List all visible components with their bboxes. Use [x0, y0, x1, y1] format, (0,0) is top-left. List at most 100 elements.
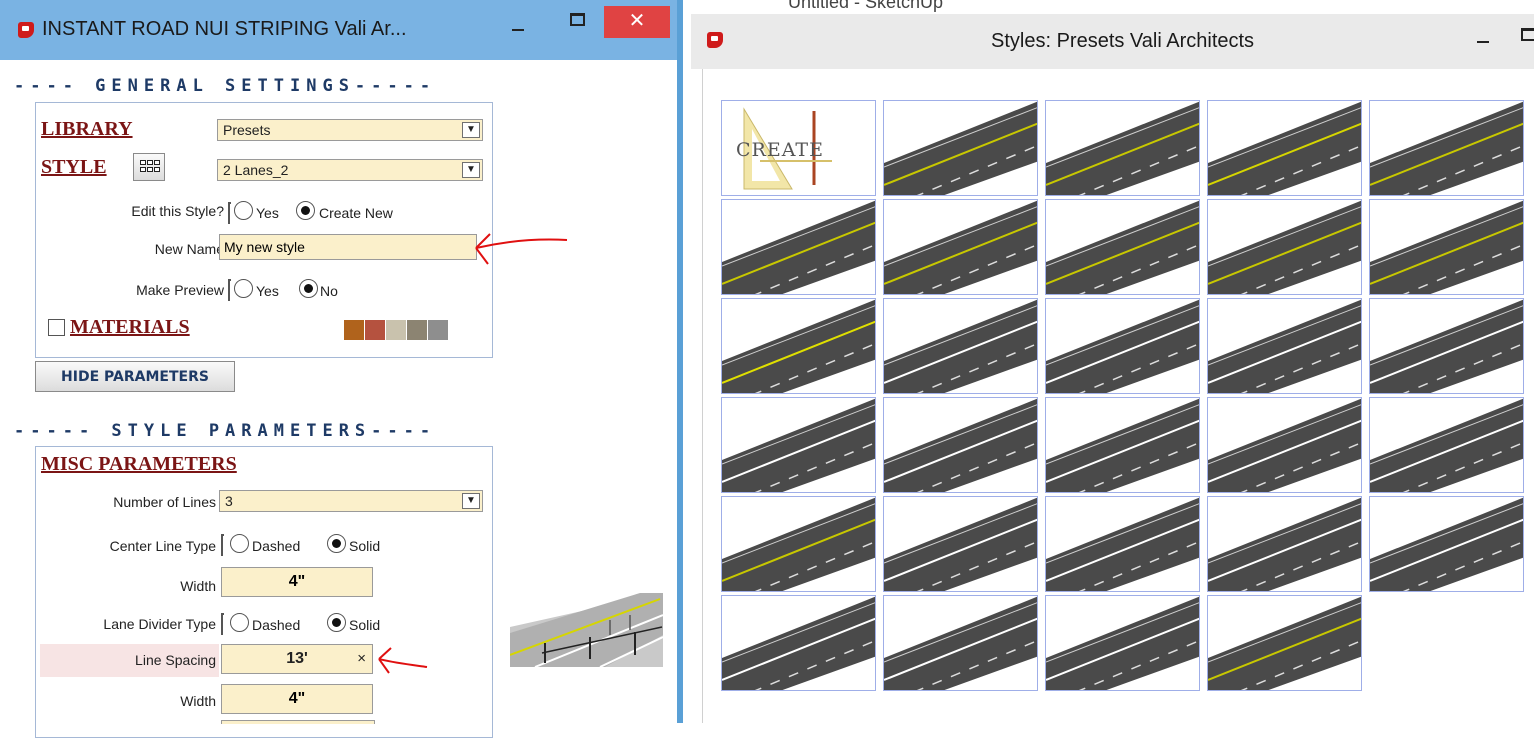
style-thumbnail[interactable]	[883, 496, 1038, 592]
minimize-icon[interactable]	[512, 29, 524, 31]
style-thumbnail[interactable]: CREATE	[721, 100, 876, 196]
material-swatch-gray[interactable]	[428, 320, 448, 340]
style-thumbnail[interactable]	[1369, 496, 1524, 592]
number-of-lines-dropdown[interactable]: 3 ▼	[219, 490, 483, 512]
style-thumbnail[interactable]	[883, 397, 1038, 493]
style-thumbnail[interactable]	[1045, 100, 1200, 196]
styles-title-bar[interactable]: Styles: Presets Vali Architects	[691, 14, 1534, 69]
sketchup-logo-icon	[18, 22, 34, 38]
material-swatch-beige[interactable]	[386, 320, 406, 340]
library-value: Presets	[223, 122, 271, 138]
style-thumbnail[interactable]	[1369, 199, 1524, 295]
chevron-down-icon[interactable]: ▼	[462, 162, 480, 178]
library-label[interactable]: LIBRARY	[41, 118, 133, 141]
center-width-input[interactable]	[221, 567, 373, 597]
library-dropdown[interactable]: Presets ▼	[217, 119, 483, 141]
material-swatch-taupe[interactable]	[407, 320, 427, 340]
annotation-arrow-new-name	[475, 233, 568, 265]
make-preview-label: Make Preview	[136, 282, 224, 298]
style-thumbnail[interactable]	[721, 397, 876, 493]
clear-icon[interactable]: ×	[357, 645, 366, 673]
striping-client: ---- GENERAL SETTINGS----- LIBRARY Prese…	[10, 60, 677, 738]
style-value: 2 Lanes_2	[223, 162, 289, 178]
lane-divider-dashed-label: Dashed	[252, 617, 301, 633]
number-of-lines-label: Number of Lines	[113, 494, 216, 510]
background-window-title: Untitled - SketchUp	[788, 0, 944, 12]
striping-window: INSTANT ROAD NUI STRIPING Vali Ar... ✕ -…	[0, 0, 683, 738]
make-preview-no-radio[interactable]	[299, 279, 318, 298]
style-thumbnail[interactable]	[1045, 199, 1200, 295]
material-swatch-brown[interactable]	[344, 320, 364, 340]
style-thumbnail[interactable]	[1207, 496, 1362, 592]
center-line-solid-radio[interactable]	[327, 534, 346, 553]
style-dropdown[interactable]: 2 Lanes_2 ▼	[217, 159, 483, 181]
chevron-down-icon[interactable]: ▼	[462, 122, 480, 138]
style-thumbnail[interactable]	[883, 199, 1038, 295]
close-button[interactable]: ✕	[604, 6, 670, 38]
style-thumbnail[interactable]	[721, 298, 876, 394]
style-thumbnail[interactable]	[883, 595, 1038, 691]
style-label[interactable]: STYLE	[41, 156, 107, 179]
line-spacing-value: 13'	[286, 650, 308, 667]
center-line-dashed-label: Dashed	[252, 538, 301, 554]
center-line-dashed-radio[interactable]	[230, 534, 249, 553]
minimize-icon[interactable]	[1477, 41, 1489, 43]
style-preview-image	[510, 575, 663, 667]
general-settings-heading: ---- GENERAL SETTINGS-----	[14, 76, 437, 96]
material-swatch-brick[interactable]	[365, 320, 385, 340]
hide-parameters-button[interactable]: HIDE PARAMETERS	[35, 361, 235, 392]
style-thumbnail[interactable]	[883, 298, 1038, 394]
center-line-type-label: Center Line Type	[109, 538, 216, 554]
line-spacing-input[interactable]: 13' ×	[221, 644, 373, 674]
edit-style-yes-label: Yes	[256, 205, 279, 221]
styles-window: Untitled - SketchUp Styles: Presets Vali…	[683, 0, 1534, 723]
style-thumbnail[interactable]	[1207, 100, 1362, 196]
style-thumbnail[interactable]	[721, 199, 876, 295]
materials-checkbox[interactable]	[48, 319, 65, 336]
bracket-decoration	[221, 534, 224, 556]
style-thumbnail[interactable]	[1045, 496, 1200, 592]
style-parameters-heading: ----- STYLE PARAMETERS----	[14, 421, 437, 441]
lane-divider-solid-label: Solid	[349, 617, 381, 633]
style-thumbnail[interactable]	[1369, 298, 1524, 394]
misc-parameters-label[interactable]: MISC PARAMETERS	[41, 453, 237, 476]
bracket-decoration	[228, 279, 231, 301]
styles-window-title: Styles: Presets Vali Architects	[991, 30, 1255, 52]
lane-divider-solid-radio[interactable]	[327, 613, 346, 632]
style-thumbnail[interactable]	[1045, 397, 1200, 493]
style-thumbnail[interactable]	[1207, 298, 1362, 394]
style-thumbnail[interactable]	[1207, 397, 1362, 493]
left-title-bar[interactable]: INSTANT ROAD NUI STRIPING Vali Ar... ✕	[0, 0, 677, 60]
style-grid-button[interactable]	[133, 153, 165, 181]
make-preview-yes-label: Yes	[256, 283, 279, 299]
lane-divider-dashed-radio[interactable]	[230, 613, 249, 632]
style-thumbnail[interactable]	[721, 595, 876, 691]
edit-style-create-new-label: Create New	[319, 205, 393, 221]
style-thumbnail[interactable]	[1369, 100, 1524, 196]
make-preview-no-label: No	[320, 283, 338, 299]
style-thumbnail[interactable]	[721, 496, 876, 592]
maximize-icon[interactable]	[570, 13, 585, 26]
make-preview-yes-radio[interactable]	[234, 279, 253, 298]
sketchup-logo-icon	[707, 32, 723, 48]
window-title: INSTANT ROAD NUI STRIPING Vali Ar...	[42, 18, 407, 40]
new-name-input[interactable]	[219, 234, 477, 260]
next-field-partial	[221, 720, 375, 724]
style-thumbnail[interactable]	[1045, 298, 1200, 394]
line-spacing-label: Line Spacing	[135, 652, 216, 668]
materials-label[interactable]: MATERIALS	[70, 316, 190, 339]
center-width-label: Width	[180, 578, 216, 594]
style-thumbnail[interactable]	[883, 100, 1038, 196]
style-thumbnail[interactable]	[1207, 595, 1362, 691]
style-thumbnail[interactable]	[1207, 199, 1362, 295]
new-name-label: New Name	[154, 241, 224, 257]
chevron-down-icon[interactable]: ▼	[462, 493, 480, 509]
edit-style-create-new-radio[interactable]	[296, 201, 315, 220]
maximize-icon[interactable]	[1521, 28, 1534, 41]
lane-divider-type-label: Lane Divider Type	[103, 616, 216, 632]
style-thumbnail[interactable]	[1369, 397, 1524, 493]
style-thumbnail[interactable]	[1045, 595, 1200, 691]
style-thumbnail-grid: CREATE	[702, 69, 1534, 723]
edit-style-yes-radio[interactable]	[234, 201, 253, 220]
divider-width-input[interactable]	[221, 684, 373, 714]
